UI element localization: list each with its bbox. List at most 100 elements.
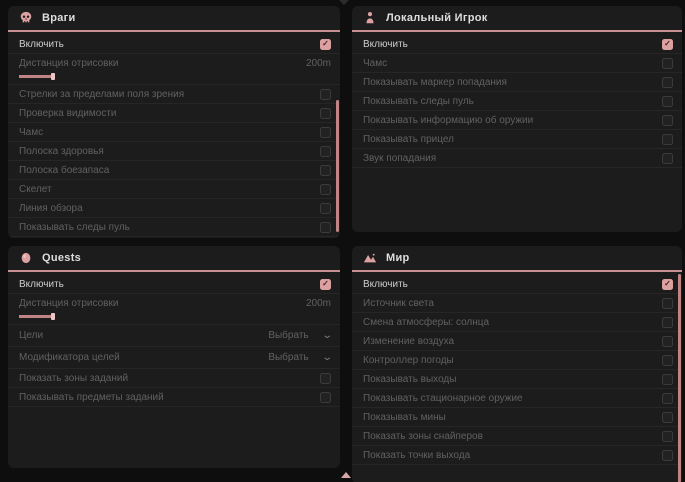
setting-row: Контроллер погоды [352,351,682,370]
checkbox[interactable] [320,165,331,176]
setting-label: Дистанция отрисовки [19,58,118,69]
settings-grid: Враги Включить ✓ Дистанция отрисовки 200… [8,6,682,482]
slider-track [19,75,52,78]
checkbox[interactable] [320,146,331,157]
panel-local-player-rows: Включить ✓ Чамс Показывать маркер попада… [352,32,682,168]
panel-world: Мир Включить ✓ Источник света Смена атмо… [352,246,682,482]
checkbox[interactable] [662,393,673,404]
setting-label: Включить [363,279,408,290]
setting-row: Стрелки за пределами поля зрения [8,85,340,104]
setting-row: Показывать стационарное оружие [352,389,682,408]
setting-label: Показывать следы пуль [19,222,130,233]
setting-row: Изменение воздуха [352,332,682,351]
setting-label: Показывать следы пуль [363,96,474,107]
select-dropdown[interactable]: Выбрать ⌄ [268,352,331,363]
setting-label: Полоска боезапаса [19,165,109,176]
checkbox[interactable] [320,392,331,403]
setting-row: Показывать маркер попадания [352,73,682,92]
setting-row: Включить ✓ [352,275,682,294]
panel-local-player: Локальный Игрок Включить ✓ Чамс Показыва… [352,6,682,232]
setting-row-select: Цели Выбрать ⌄ [8,325,340,347]
checkbox[interactable] [662,374,673,385]
slider-handle[interactable] [51,73,55,80]
setting-label: Дистанция отрисовки [19,298,118,309]
scrollbar[interactable] [678,274,681,482]
checkbox[interactable] [320,184,331,195]
chevron-down-icon: ⌄ [321,330,333,341]
scroll-up-indicator[interactable] [339,0,349,5]
slider-handle[interactable] [51,313,55,320]
checkbox[interactable] [662,431,673,442]
checkbox[interactable] [662,336,673,347]
checkbox[interactable] [320,222,331,233]
checkbox[interactable] [662,77,673,88]
setting-row-select: Модификатора целей Выбрать ⌄ [8,347,340,369]
setting-row: Показать зоны заданий [8,369,340,388]
panel-quests-rows: Включить ✓ Дистанция отрисовки 200m Цели… [8,272,340,407]
panel-enemies-header: Враги [8,6,340,32]
checkbox[interactable] [662,115,673,126]
setting-label: Источник света [363,298,434,309]
setting-label: Включить [19,279,64,290]
panel-title: Quests [42,252,81,264]
checkbox[interactable] [662,317,673,328]
checkbox[interactable] [662,355,673,366]
panel-local-player-header: Локальный Игрок [352,6,682,32]
setting-row: Полоска здоровья [8,142,340,161]
setting-row: Показывать следы пуль [352,92,682,111]
setting-row: Показывать информацию об оружии [352,111,682,130]
checkbox[interactable] [662,153,673,164]
slider-track [19,315,52,318]
panel-enemies: Враги Включить ✓ Дистанция отрисовки 200… [8,6,340,238]
setting-label: Показывать информацию об оружии [363,115,533,126]
setting-label: Стрелки за пределами поля зрения [19,89,184,100]
checkbox[interactable] [320,203,331,214]
draw-distance-slider[interactable] [19,312,59,320]
setting-label: Включить [363,39,408,50]
setting-label: Чамс [19,127,43,138]
checkbox[interactable] [320,108,331,119]
checkbox[interactable] [320,127,331,138]
panel-world-rows: Включить ✓ Источник света Смена атмосфер… [352,272,682,465]
setting-row: Включить ✓ [8,275,340,294]
setting-row: Звук попадания [352,149,682,168]
draw-distance-slider[interactable] [19,72,59,80]
panel-title: Мир [386,252,410,264]
checkbox[interactable]: ✓ [662,279,673,290]
setting-row: Смена атмосферы: солнца [352,313,682,332]
setting-label: Звук попадания [363,153,436,164]
setting-label: Модификатора целей [19,352,120,363]
setting-row: Скелет [8,180,340,199]
select-value: Выбрать [268,352,308,363]
select-dropdown[interactable]: Выбрать ⌄ [268,330,331,341]
setting-row: Линия обзора [8,199,340,218]
setting-label: Показать точки выхода [363,450,470,461]
slider-value: 200m [306,298,331,309]
checkbox[interactable] [662,96,673,107]
checkbox[interactable]: ✓ [320,279,331,290]
setting-row: Чамс [8,123,340,142]
setting-label: Линия обзора [19,203,83,214]
checkbox[interactable] [662,450,673,461]
panel-quests-header: Quests [8,246,340,272]
setting-row: Показать точки выхода [352,446,682,465]
checkbox[interactable] [662,134,673,145]
setting-label: Показать зоны заданий [19,373,128,384]
scrollbar[interactable] [336,100,339,232]
setting-label: Чамс [363,58,387,69]
setting-label: Контроллер погоды [363,355,454,366]
setting-label: Показать зоны снайперов [363,431,483,442]
checkbox[interactable]: ✓ [662,39,673,50]
setting-label: Изменение воздуха [363,336,454,347]
panel-quests: Quests Включить ✓ Дистанция отрисовки 20… [8,246,340,468]
checkbox[interactable] [662,412,673,423]
chevron-down-icon: ⌄ [321,352,333,363]
scroll-down-indicator[interactable] [341,472,351,478]
checkbox[interactable]: ✓ [320,39,331,50]
checkbox[interactable] [320,373,331,384]
setting-label: Включить [19,39,64,50]
setting-row: Показать зоны снайперов [352,427,682,446]
checkbox[interactable] [662,58,673,69]
checkbox[interactable] [662,298,673,309]
checkbox[interactable] [320,89,331,100]
